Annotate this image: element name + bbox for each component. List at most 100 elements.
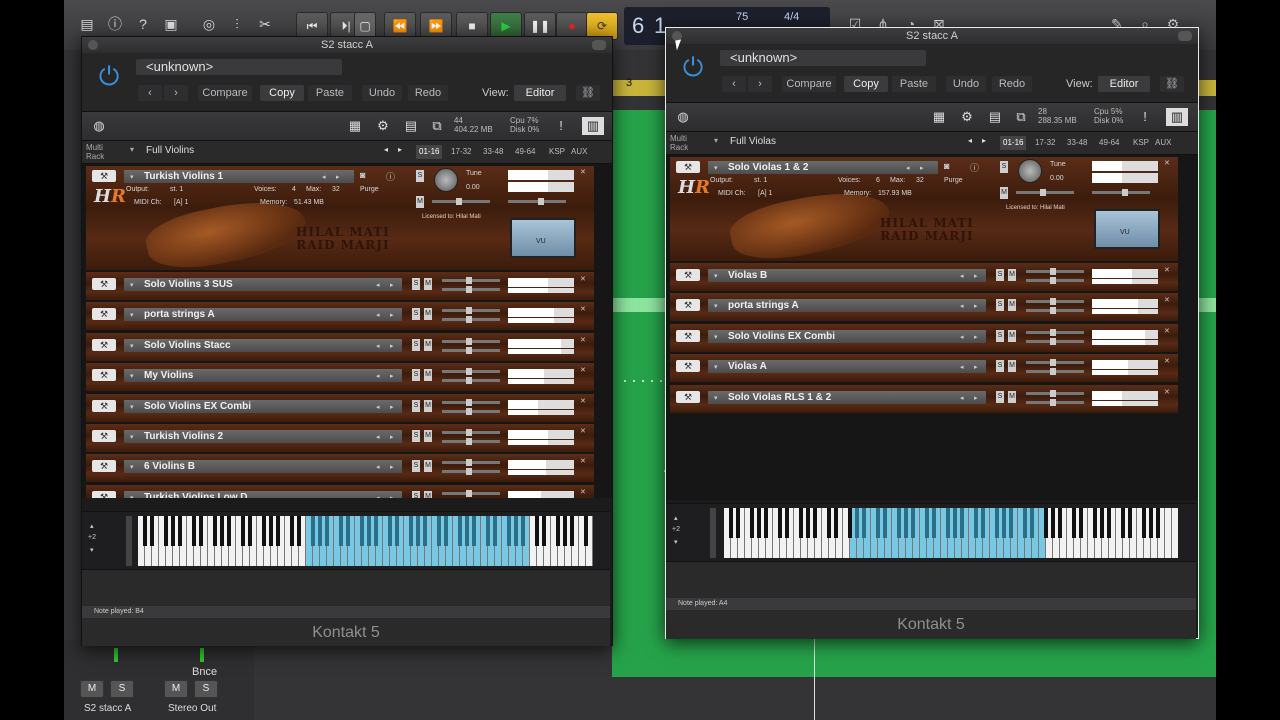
- mute-button[interactable]: M: [1000, 187, 1008, 199]
- next-preset-button[interactable]: ›: [748, 76, 772, 92]
- volume-slider[interactable]: [442, 459, 500, 467]
- mute-button[interactable]: M: [1008, 390, 1016, 403]
- page-33-48[interactable]: 33-48: [480, 145, 506, 159]
- instrument-row[interactable]: ⚒ ▾ Solo Violins 3 SUS ◂ ▸ S M ✕: [86, 272, 594, 300]
- prev-instrument-icon[interactable]: ◂: [960, 394, 964, 402]
- prev-preset-button[interactable]: ‹: [722, 76, 746, 92]
- midi-value[interactable]: [A] 1: [758, 190, 772, 197]
- remove-instrument-icon[interactable]: ✕: [580, 427, 586, 435]
- collapse-icon[interactable]: ▾: [130, 463, 134, 471]
- remove-instrument-icon[interactable]: ✕: [580, 168, 586, 176]
- prev-instrument-icon[interactable]: ◂: [960, 272, 964, 280]
- pan-slider[interactable]: [442, 346, 500, 354]
- solo-button[interactable]: S: [996, 299, 1004, 312]
- next-instrument-icon[interactable]: ▸: [390, 433, 394, 441]
- prev-instrument-icon[interactable]: ◂: [376, 433, 380, 441]
- warning-icon[interactable]: !: [1136, 108, 1154, 126]
- mute-button[interactable]: M: [1008, 360, 1016, 373]
- wrench-icon[interactable]: ⚒: [92, 338, 116, 351]
- instrument-slot-main[interactable]: HILAL MATI RAID MARJI ⚒ HR Turkish Violin…: [86, 166, 594, 279]
- collapse-icon[interactable]: ▾: [130, 403, 134, 411]
- remove-instrument-icon[interactable]: ✕: [580, 397, 586, 405]
- prev-instrument-icon[interactable]: ◂: [906, 164, 910, 172]
- next-instrument-icon[interactable]: ▸: [336, 173, 340, 181]
- solo-button[interactable]: S: [416, 170, 424, 182]
- prev-instrument-icon[interactable]: ◂: [376, 403, 380, 411]
- strip2-solo-button[interactable]: S: [194, 680, 218, 698]
- instrument-row[interactable]: ⚒ ▾ Solo Violins EX Combi ◂ ▸ S M ✕: [86, 393, 594, 422]
- wrench-icon[interactable]: ⚒: [676, 299, 700, 312]
- collapse-icon[interactable]: ▾: [130, 372, 134, 380]
- solo-button[interactable]: S: [412, 399, 420, 412]
- octave-up-icon[interactable]: ▴: [90, 522, 94, 530]
- mixer-icon[interactable]: ⫶: [224, 12, 250, 36]
- tune-knob[interactable]: [434, 168, 458, 192]
- wrench-icon[interactable]: ⚒: [676, 161, 700, 173]
- mute-button[interactable]: M: [1008, 299, 1016, 312]
- instrument-row[interactable]: ⚒ ▾ Solo Violas RLS 1 & 2 ◂ ▸ S M ✕: [670, 384, 1178, 413]
- mute-button[interactable]: M: [424, 369, 432, 382]
- instrument-row[interactable]: ⚒ ▾ Solo Violins EX Combi ◂ ▸ S M ✕: [670, 323, 1178, 352]
- strip1-solo-button[interactable]: S: [110, 680, 134, 698]
- volume-slider[interactable]: [1026, 298, 1084, 306]
- strip1-mute-button[interactable]: M: [80, 680, 104, 698]
- wrench-icon[interactable]: ⚒: [92, 308, 116, 321]
- help-icon[interactable]: ?: [130, 12, 156, 36]
- pan-slider[interactable]: [1026, 277, 1084, 284]
- remove-instrument-icon[interactable]: ✕: [580, 457, 586, 465]
- pan-slider[interactable]: [442, 468, 500, 476]
- undo-button[interactable]: Undo: [946, 76, 986, 92]
- next-instrument-icon[interactable]: ▸: [390, 372, 394, 380]
- pan-slider[interactable]: [1026, 337, 1084, 345]
- strip2-mute-button[interactable]: M: [164, 680, 188, 698]
- instrument-row[interactable]: ⚒ ▾ Turkish Violins 2 ◂ ▸ S M ✕: [86, 424, 594, 452]
- browser-icon[interactable]: ⧉: [428, 117, 446, 135]
- volume-slider[interactable]: [1026, 359, 1084, 367]
- copy-button[interactable]: Copy: [260, 85, 304, 101]
- editor-icon[interactable]: ▣: [158, 12, 184, 36]
- remove-instrument-icon[interactable]: ✕: [580, 336, 586, 344]
- solo-button[interactable]: S: [996, 329, 1004, 342]
- prev-instrument-icon[interactable]: ◂: [376, 494, 380, 498]
- volume-slider[interactable]: [442, 277, 500, 284]
- info-icon[interactable]: ⓘ: [386, 170, 395, 183]
- pan-slider[interactable]: [442, 286, 500, 293]
- rack-name[interactable]: Full Violins: [146, 145, 194, 156]
- camera-icon[interactable]: ◙: [360, 170, 365, 180]
- piano-keyboard[interactable]: [138, 516, 593, 566]
- page-49-64[interactable]: 49-64: [1096, 136, 1122, 150]
- mute-button[interactable]: M: [1008, 269, 1016, 281]
- info-icon[interactable]: ⓘ: [102, 12, 128, 36]
- browser-icon[interactable]: ⧉: [1012, 108, 1030, 126]
- tune-value[interactable]: 0.00: [1050, 175, 1064, 182]
- power-icon[interactable]: ⏻: [678, 52, 708, 82]
- tune-knob[interactable]: [1018, 159, 1042, 183]
- solo-button[interactable]: S: [996, 269, 1004, 281]
- pan-slider[interactable]: [1026, 398, 1084, 406]
- next-instrument-icon[interactable]: ▸: [390, 494, 394, 498]
- prev-instrument-icon[interactable]: ◂: [376, 281, 380, 289]
- next-instrument-icon[interactable]: ▸: [390, 281, 394, 289]
- rack-view-icon[interactable]: ▤: [986, 108, 1004, 126]
- instrument-row[interactable]: ⚒ ▾ 6 Violins B ◂ ▸ S M ✕: [86, 454, 594, 483]
- wrench-icon[interactable]: ⚒: [676, 269, 700, 281]
- warning-icon[interactable]: !: [552, 117, 570, 135]
- wrench-icon[interactable]: ⚒: [676, 329, 700, 342]
- redo-button[interactable]: Redo: [408, 85, 448, 101]
- collapse-icon[interactable]: ▾: [130, 281, 134, 289]
- next-instrument-icon[interactable]: ▸: [390, 311, 394, 319]
- paste-button[interactable]: Paste: [892, 76, 936, 92]
- next-instrument-icon[interactable]: ▸: [390, 342, 394, 350]
- collapse-icon[interactable]: ▾: [130, 433, 134, 441]
- collapse-icon[interactable]: ▾: [130, 311, 134, 319]
- remove-instrument-icon[interactable]: ✕: [580, 305, 586, 313]
- pan-slider[interactable]: [442, 377, 500, 385]
- page-49-64[interactable]: 49-64: [512, 145, 538, 159]
- wrench-icon[interactable]: ⚒: [92, 460, 116, 473]
- paste-button[interactable]: Paste: [308, 85, 352, 101]
- wrench-icon[interactable]: ⚒: [92, 369, 116, 382]
- next-instrument-icon[interactable]: ▸: [974, 394, 978, 402]
- pitch-wheel[interactable]: [710, 508, 716, 558]
- page-ksp[interactable]: KSP: [1130, 136, 1152, 150]
- solo-button[interactable]: S: [412, 430, 420, 442]
